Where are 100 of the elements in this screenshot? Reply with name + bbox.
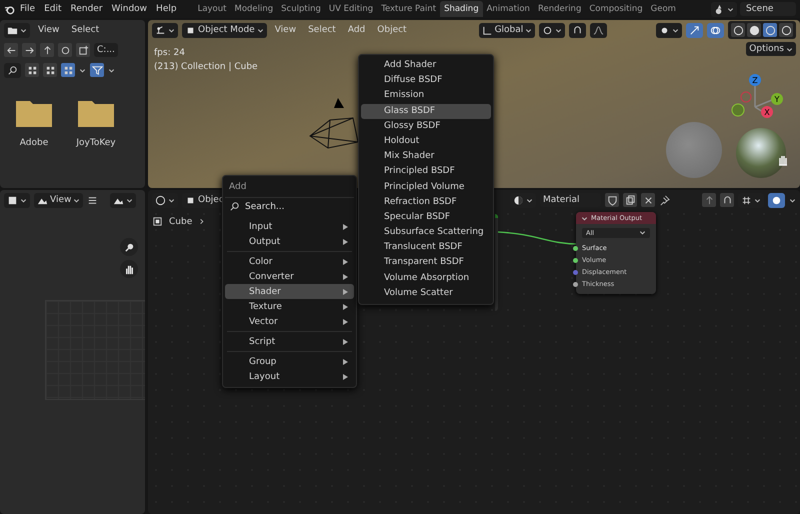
fake-user-button[interactable] (605, 193, 619, 207)
menu-item[interactable]: Edit (40, 2, 66, 16)
mode-dropdown[interactable]: Object Mode (182, 22, 267, 38)
menu-item[interactable]: Translucent BSDF (361, 240, 491, 256)
path-field[interactable]: C:... (94, 43, 118, 57)
menu-item[interactable]: Output (225, 234, 354, 249)
close-button[interactable] (641, 193, 655, 207)
menu-item[interactable]: Select (304, 23, 340, 37)
pin-icon[interactable] (659, 194, 670, 206)
proportional-edit-button[interactable] (590, 22, 608, 38)
image-browse-button[interactable] (110, 192, 136, 208)
menu-item[interactable]: Mix Shader (361, 149, 491, 164)
editor-type-button[interactable] (4, 22, 30, 38)
orientation-dropdown[interactable]: Global (478, 22, 536, 38)
menu-item[interactable]: Window (108, 2, 152, 16)
menu-item[interactable]: Render (66, 2, 107, 16)
scene-selector[interactable] (711, 2, 737, 16)
menu-item[interactable]: View (270, 23, 300, 37)
hand-icon[interactable] (776, 153, 790, 167)
menu-item[interactable]: Shader (225, 284, 354, 299)
new-folder-button[interactable] (76, 43, 90, 57)
menu-item[interactable]: View (34, 23, 64, 37)
snap-button[interactable] (569, 22, 586, 38)
editor-type-button[interactable] (152, 22, 178, 38)
workspace-tab[interactable]: Modeling (230, 1, 278, 17)
workspace-tab[interactable]: Shading (440, 1, 483, 17)
folder-name[interactable]: Adobe (20, 138, 48, 148)
menu-item[interactable]: Emission (361, 88, 491, 104)
socket-dot[interactable] (573, 258, 578, 262)
axis-gizmo[interactable]: Z Y X (728, 72, 788, 124)
shading-mode-button[interactable] (779, 23, 793, 37)
menu-item[interactable]: Input (225, 219, 354, 234)
shading-mode-button[interactable] (747, 23, 761, 37)
menu-item[interactable]: Group (225, 354, 354, 369)
shading-mode-button[interactable] (763, 23, 777, 37)
copy-button[interactable] (623, 193, 637, 207)
pivot-button[interactable] (539, 22, 566, 38)
menu-item[interactable]: Holdout (361, 134, 491, 150)
folder-icon[interactable] (77, 98, 115, 128)
socket-dot[interactable] (573, 270, 578, 274)
snap-button[interactable] (720, 193, 734, 207)
menu-item[interactable]: Converter (225, 269, 354, 284)
refresh-button[interactable] (58, 43, 72, 57)
menu-item[interactable]: Help (152, 2, 181, 16)
menu-item[interactable]: Object (373, 23, 411, 37)
scene-name-field[interactable]: Scene (740, 2, 796, 16)
workspace-tab[interactable]: Layout (194, 1, 230, 17)
shading-mode-button[interactable] (731, 23, 745, 37)
view-mode-button[interactable] (43, 63, 57, 77)
zoom-button[interactable] (120, 238, 138, 256)
options-button[interactable]: Options (746, 42, 796, 56)
app-logo-icon[interactable] (4, 4, 15, 14)
menu-item[interactable]: Transparent BSDF (361, 255, 491, 271)
overlay-toggle[interactable] (768, 192, 785, 208)
menu-item[interactable]: Select (67, 23, 104, 37)
search-field[interactable]: Search... (245, 202, 335, 212)
menu-icon[interactable] (87, 194, 98, 206)
menu-item[interactable]: Specular BSDF (361, 210, 491, 226)
workspace-tab[interactable]: Sculpting (277, 1, 325, 17)
search-button[interactable] (4, 62, 21, 78)
socket-dot[interactable] (573, 246, 578, 250)
menu-item[interactable]: Color (225, 254, 354, 269)
workspace-tab[interactable]: UV Editing (324, 1, 378, 17)
gizmo-toggle[interactable] (686, 22, 703, 38)
arrow-left-button[interactable] (4, 43, 18, 57)
workspace-tab[interactable]: Geom (646, 1, 680, 17)
menu-item[interactable]: Subsurface Scattering (361, 225, 491, 240)
menu-item[interactable]: Volume Scatter (361, 286, 491, 301)
folder-name[interactable]: JoyToKey (76, 138, 116, 148)
workspace-tab[interactable]: Compositing (585, 1, 647, 17)
menu-item[interactable]: Refraction BSDF (361, 194, 491, 210)
view-mode-button[interactable] (61, 63, 75, 77)
menu-item[interactable]: Principled BSDF (361, 164, 491, 180)
menu-item[interactable]: Principled Volume (361, 180, 491, 195)
menu-item[interactable]: Texture (225, 299, 354, 314)
arrow-up-button[interactable] (40, 43, 54, 57)
socket-dot[interactable] (573, 282, 578, 286)
editor-type-button[interactable] (4, 192, 30, 208)
menu-item[interactable]: Script (225, 334, 354, 349)
menu-item[interactable]: Diffuse BSDF (361, 73, 491, 88)
menu-item[interactable]: Layout (225, 369, 354, 384)
folder-icon[interactable] (15, 98, 53, 128)
workspace-tab[interactable]: Animation (482, 1, 534, 17)
parent-button[interactable] (702, 193, 716, 207)
workspace-tab[interactable]: Rendering (534, 1, 586, 17)
workspace-tab[interactable]: Texture Paint (377, 1, 440, 17)
menu-item[interactable]: Add Shader (361, 58, 491, 74)
view-mode-button[interactable] (25, 63, 39, 77)
menu-item[interactable]: Volume Absorption (361, 270, 491, 286)
overlay-toggle[interactable] (707, 22, 724, 38)
visibility-button[interactable] (656, 22, 682, 38)
menu-item[interactable]: Add (344, 23, 370, 37)
menu-item[interactable]: Vector (225, 314, 354, 329)
pan-button[interactable] (120, 260, 138, 278)
view-mode-dropdown[interactable]: View (34, 192, 84, 208)
menu-item[interactable]: File (16, 2, 40, 16)
arrow-right-button[interactable] (22, 43, 36, 57)
filter-button[interactable] (90, 63, 104, 77)
menu-item[interactable]: Glossy BSDF (361, 118, 491, 134)
menu-item[interactable]: Glass BSDF (361, 104, 491, 119)
